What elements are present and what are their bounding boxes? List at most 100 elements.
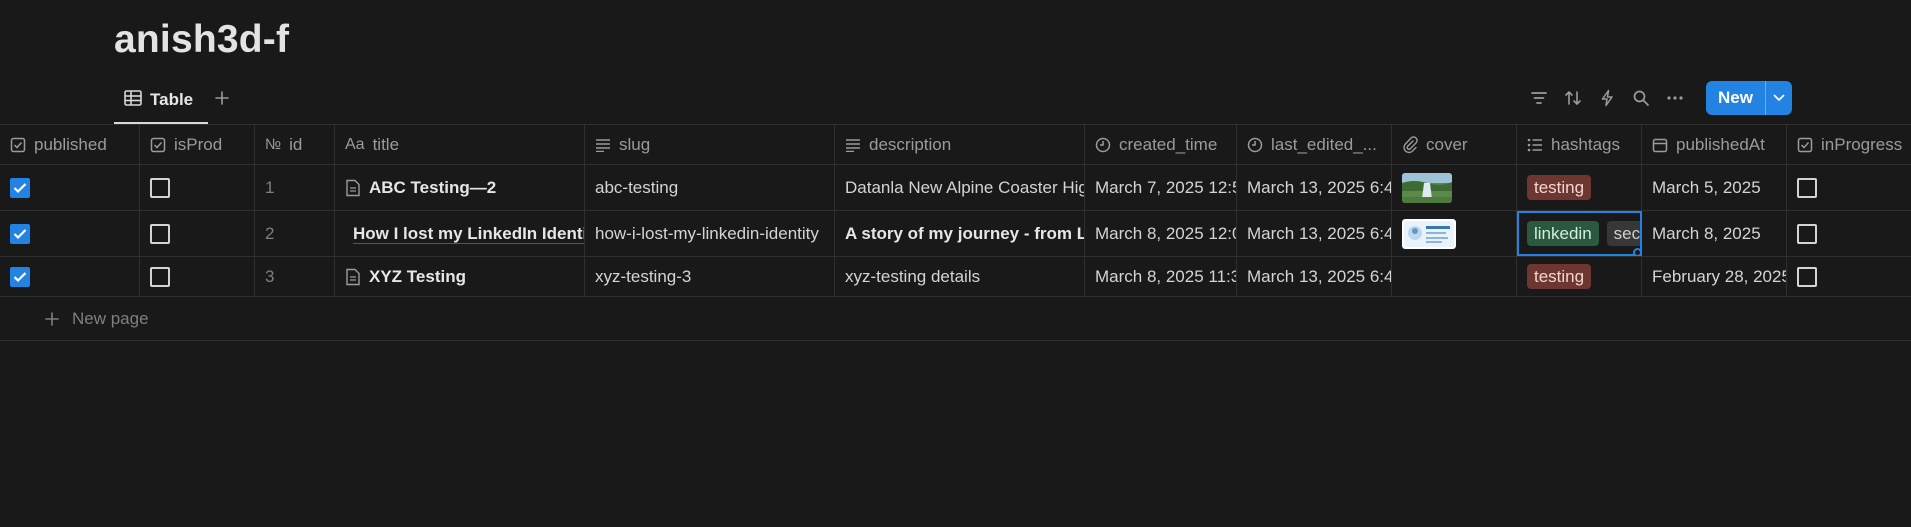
hashtags-cell[interactable]: testing [1517, 257, 1642, 296]
checkmark-icon [13, 228, 27, 239]
page-title-link[interactable]: ABC Testing—2 [369, 178, 496, 198]
lines-icon [596, 138, 610, 152]
title-cell[interactable]: XYZ Testing [335, 257, 585, 296]
inprogress-cell[interactable] [1787, 165, 1911, 210]
column-header-slug[interactable]: slug [585, 125, 835, 164]
sort-icon[interactable] [1561, 86, 1585, 110]
column-header-hashtags[interactable]: hashtags [1517, 125, 1642, 164]
lines-icon [846, 138, 860, 152]
column-label: title [372, 134, 400, 154]
id-cell: 3 [255, 257, 335, 296]
column-label: slug [619, 134, 651, 154]
page-title-link[interactable]: XYZ Testing [369, 267, 466, 287]
inprogress-cell[interactable] [1787, 257, 1911, 296]
column-label: hashtags [1551, 134, 1620, 154]
view-toolbar [1527, 86, 1687, 110]
publishedat-cell[interactable]: March 5, 2025 [1642, 165, 1787, 210]
database-title[interactable]: anish3d-f [114, 18, 289, 62]
number-icon: № [265, 136, 282, 153]
description-cell[interactable]: A story of my journey - from LinkedIn [835, 211, 1085, 256]
filter-icon[interactable] [1527, 86, 1551, 110]
column-header-isprod[interactable]: isProd [140, 125, 255, 164]
plus-icon [215, 91, 229, 105]
tab-label: Table [150, 90, 194, 109]
database-table: published isProd № id Aa title slug desc… [0, 124, 1911, 341]
new-button[interactable]: New [1706, 81, 1792, 115]
lightning-icon[interactable] [1595, 86, 1619, 110]
column-header-id[interactable]: № id [255, 125, 335, 164]
cell-resize-handle[interactable] [1633, 248, 1641, 256]
id-cell: 2 [255, 211, 335, 256]
hashtag-tag[interactable]: security [1606, 221, 1641, 246]
column-header-inprogress[interactable]: inProgress [1787, 125, 1911, 164]
column-header-created-time[interactable]: created_time [1085, 125, 1237, 164]
column-header-title[interactable]: Aa title [335, 125, 585, 164]
database-page: anish3d-f Table New published isProd № i… [0, 0, 1911, 527]
published-checkbox-checked[interactable] [10, 266, 30, 287]
slug-cell[interactable]: how-i-lost-my-linkedin-identity [585, 211, 835, 256]
publishedat-cell[interactable]: March 8, 2025 [1642, 211, 1787, 256]
column-label: cover [1426, 134, 1468, 154]
more-options-icon[interactable] [1663, 86, 1687, 110]
page-icon [346, 179, 360, 196]
waterfall-image[interactable] [1402, 172, 1452, 203]
isprod-checkbox-unchecked[interactable] [150, 266, 170, 287]
view-bar: Table New [0, 80, 1911, 124]
hashtags-cell-selected[interactable]: linkedin security [1517, 211, 1642, 256]
published-checkbox-checked[interactable] [10, 223, 30, 244]
slug-cell[interactable]: abc-testing [585, 165, 835, 210]
published-cell[interactable] [0, 257, 140, 296]
publishedat-cell[interactable]: February 28, 2025 [1642, 257, 1787, 296]
checkmark-icon [13, 182, 27, 193]
column-header-publishedat[interactable]: publishedAt [1642, 125, 1787, 164]
description-cell[interactable]: Datanla New Alpine Coaster Highlights [835, 165, 1085, 210]
isprod-checkbox-unchecked[interactable] [150, 223, 170, 244]
table-row[interactable]: 1 ABC Testing—2 abc-testing Datanla New … [0, 165, 1911, 211]
checkbox-icon [1797, 137, 1813, 152]
table-row[interactable]: 3 XYZ Testing xyz-testing-3 xyz-testing … [0, 257, 1911, 297]
description-cell[interactable]: xyz-testing details [835, 257, 1085, 296]
tab-table-view[interactable]: Table [124, 84, 193, 116]
created-time-cell: March 7, 2025 12:55 PM [1085, 165, 1237, 210]
inprogress-checkbox-unchecked[interactable] [1797, 266, 1817, 287]
table-header-row: published isProd № id Aa title slug desc… [0, 124, 1911, 165]
inprogress-checkbox-unchecked[interactable] [1797, 223, 1817, 244]
inprogress-checkbox-unchecked[interactable] [1797, 177, 1817, 198]
column-header-last-edited[interactable]: last_edited_... [1237, 125, 1392, 164]
add-view-button[interactable] [210, 86, 234, 110]
cover-cell[interactable] [1392, 165, 1517, 210]
chevron-down-icon[interactable] [1766, 81, 1792, 115]
table-row[interactable]: 2 How I lost my LinkedIn Identity how-i-… [0, 211, 1911, 257]
column-header-published[interactable]: published [0, 125, 140, 164]
hashtag-tag[interactable]: testing [1527, 175, 1592, 200]
published-checkbox-checked[interactable] [10, 177, 30, 198]
published-cell[interactable] [0, 165, 140, 210]
title-cell[interactable]: How I lost my LinkedIn Identity [335, 211, 585, 256]
search-icon[interactable] [1629, 86, 1653, 110]
column-label: isProd [174, 134, 223, 154]
new-page-label: New page [72, 308, 149, 328]
hashtags-cell[interactable]: testing [1517, 165, 1642, 210]
column-header-cover[interactable]: cover [1392, 125, 1517, 164]
cover-cell[interactable] [1392, 211, 1517, 256]
isprod-checkbox-unchecked[interactable] [150, 177, 170, 198]
list-icon [1527, 138, 1542, 151]
isprod-cell[interactable] [140, 257, 255, 296]
column-header-description[interactable]: description [835, 125, 1085, 164]
column-label: created_time [1119, 134, 1218, 154]
new-page-row[interactable]: New page [0, 297, 1911, 341]
published-cell[interactable] [0, 211, 140, 256]
isprod-cell[interactable] [140, 165, 255, 210]
page-title-link[interactable]: How I lost my LinkedIn Identity [353, 224, 584, 244]
hashtag-tag[interactable]: testing [1527, 264, 1592, 289]
title-cell[interactable]: ABC Testing—2 [335, 165, 585, 210]
linkedin-card-image[interactable] [1402, 218, 1456, 249]
hashtag-tag[interactable]: linkedin [1527, 221, 1599, 246]
last-edited-cell: March 13, 2025 6:45 PM [1237, 257, 1392, 296]
inprogress-cell[interactable] [1787, 211, 1911, 256]
slug-cell[interactable]: xyz-testing-3 [585, 257, 835, 296]
isprod-cell[interactable] [140, 211, 255, 256]
cover-cell-empty[interactable] [1392, 257, 1517, 296]
new-button-label[interactable]: New [1706, 81, 1765, 115]
created-time-cell: March 8, 2025 11:30 AM [1085, 257, 1237, 296]
